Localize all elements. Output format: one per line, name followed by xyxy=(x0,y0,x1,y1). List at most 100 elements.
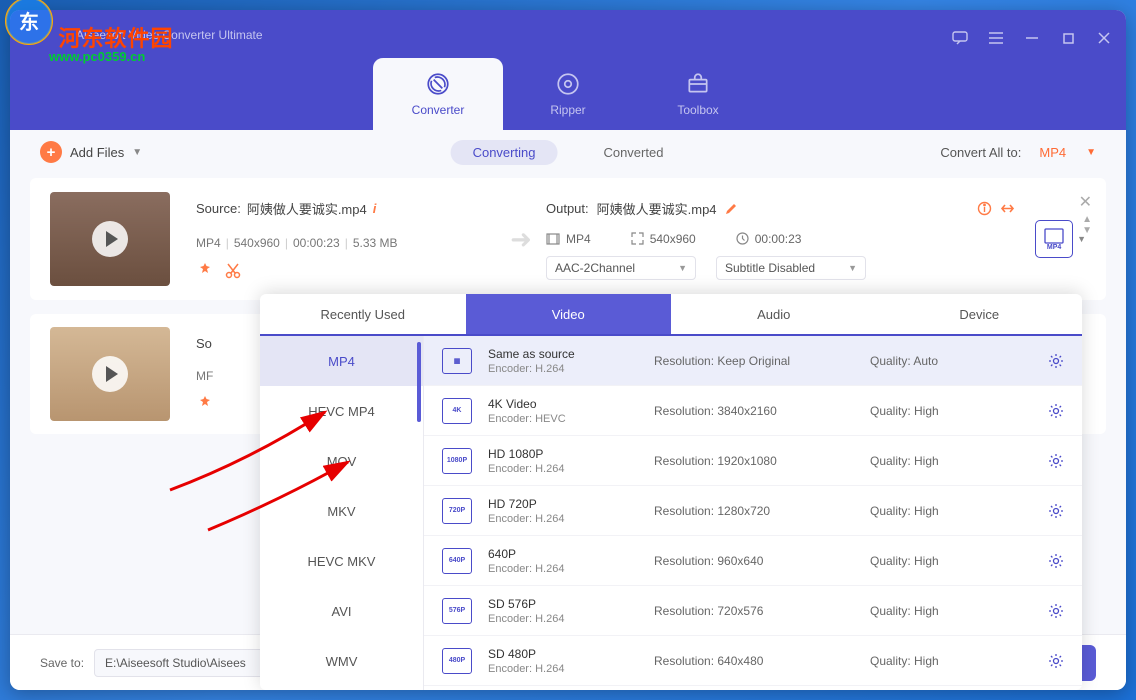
format-item-avi[interactable]: AVI xyxy=(260,586,423,636)
panel-tab-device[interactable]: Device xyxy=(877,294,1083,334)
preset-quality: Quality: High xyxy=(870,654,990,668)
watermark: 东 河东软件园 www.pc0359.cn xyxy=(4,0,173,64)
toolbar: + Add Files ▼ Converting Converted Conve… xyxy=(10,130,1126,174)
preset-quality: Quality: High xyxy=(870,554,990,568)
format-panel: Recently Used Video Audio Device MP4HEVC… xyxy=(260,294,1082,690)
info-icon[interactable]: i xyxy=(373,201,377,216)
format-item-wmv[interactable]: WMV xyxy=(260,636,423,686)
close-button[interactable] xyxy=(1094,28,1114,48)
tab-toolbox-label: Toolbox xyxy=(677,103,718,117)
arrow-icon: ➜ xyxy=(496,224,546,255)
magic-icon[interactable] xyxy=(196,395,214,413)
subtitle-select[interactable]: Subtitle Disabled▼ xyxy=(716,256,866,280)
preset-row[interactable]: 576PSD 576PEncoder: H.264Resolution: 720… xyxy=(424,586,1082,636)
format-item-mov[interactable]: MOV xyxy=(260,436,423,486)
tab-converted[interactable]: Converted xyxy=(581,140,685,165)
audio-select[interactable]: AAC-2Channel▼ xyxy=(546,256,696,280)
preset-quality: Quality: High xyxy=(870,604,990,618)
svg-text:东: 东 xyxy=(19,10,39,34)
file-item: Source: 阿姨做人要诚实.mp4 i MP4|540x960|00:00:… xyxy=(30,178,1106,300)
preset-row[interactable]: 480PSD 480PEncoder: H.264Resolution: 640… xyxy=(424,636,1082,686)
feedback-icon[interactable] xyxy=(950,28,970,48)
preset-icon: 640P xyxy=(442,548,472,574)
preset-resolution: Resolution: 720x576 xyxy=(654,604,854,618)
panel-tabs: Recently Used Video Audio Device xyxy=(260,294,1082,336)
format-item-mp4[interactable]: MP4 xyxy=(260,336,423,386)
preset-resolution: Resolution: 3840x2160 xyxy=(654,404,854,418)
preset-icon: 720P xyxy=(442,498,472,524)
source-column: Source: 阿姨做人要诚实.mp4 i MP4|540x960|00:00:… xyxy=(196,199,496,280)
scrollbar[interactable] xyxy=(417,342,421,422)
header: Aiseesoft Video Converter Ultimate Conve… xyxy=(10,10,1126,130)
preset-icon: 4K xyxy=(442,398,472,424)
source-label: Source: xyxy=(196,201,241,216)
format-badge[interactable]: MP4 xyxy=(1035,220,1073,258)
add-files-button[interactable]: + Add Files ▼ xyxy=(40,141,142,163)
gear-icon[interactable] xyxy=(1048,353,1064,369)
thumbnail[interactable] xyxy=(50,327,170,421)
preset-resolution: Resolution: 960x640 xyxy=(654,554,854,568)
compress-icon[interactable] xyxy=(1000,201,1015,216)
preset-encoder: Encoder: H.264 xyxy=(488,663,638,675)
preset-name: HD 720P xyxy=(488,497,638,511)
preset-row[interactable]: 4K4K VideoEncoder: HEVCResolution: 3840x… xyxy=(424,386,1082,436)
gear-icon[interactable] xyxy=(1048,453,1064,469)
out-format: MP4 xyxy=(566,232,591,246)
panel-tab-recent[interactable]: Recently Used xyxy=(260,294,466,334)
panel-tab-audio[interactable]: Audio xyxy=(671,294,877,334)
format-item-mkv[interactable]: MKV xyxy=(260,486,423,536)
chevron-down-icon: ▼ xyxy=(1086,147,1096,158)
gear-icon[interactable] xyxy=(1048,603,1064,619)
preset-icon: ▦ xyxy=(442,348,472,374)
preset-row[interactable]: 640P 640P Encoder: H.264 Resolution: 960x64… xyxy=(424,536,1082,586)
panel-tab-video[interactable]: Video xyxy=(466,294,672,334)
info-circle-icon[interactable] xyxy=(977,201,992,216)
tab-converter[interactable]: Converter xyxy=(373,58,503,130)
remove-file-button[interactable]: ✕ xyxy=(1079,192,1092,212)
out-dimensions: 540x960 xyxy=(650,232,696,246)
preset-resolution: Resolution: 640x480 xyxy=(654,654,854,668)
gear-icon[interactable] xyxy=(1048,553,1064,569)
maximize-button[interactable] xyxy=(1058,28,1078,48)
out-duration: 00:00:23 xyxy=(755,232,802,246)
plus-icon: + xyxy=(40,141,62,163)
preset-quality: Quality: High xyxy=(870,404,990,418)
chevron-down-icon: ▼ xyxy=(132,147,142,158)
tab-ripper[interactable]: Ripper xyxy=(503,58,633,130)
preset-encoder: Encoder: H.264 xyxy=(488,563,638,575)
gear-icon[interactable] xyxy=(1048,503,1064,519)
play-icon xyxy=(92,356,128,392)
preset-name: 4K Video xyxy=(488,397,638,411)
minimize-button[interactable] xyxy=(1022,28,1042,48)
preset-row[interactable]: ▦Same as sourceEncoder: H.264Resolution:… xyxy=(424,336,1082,386)
format-item-hevc-mkv[interactable]: HEVC MKV xyxy=(260,536,423,586)
preset-name: Same as source xyxy=(488,347,638,361)
edit-icon[interactable] xyxy=(725,202,738,215)
gear-icon[interactable] xyxy=(1048,403,1064,419)
convert-all-label: Convert All to: xyxy=(940,145,1021,160)
preset-list: ▦ Same as source Encoder: H.264 Resolution:… xyxy=(424,336,1082,690)
cut-icon[interactable] xyxy=(224,262,242,280)
preset-row[interactable]: 720PHD 720PEncoder: H.264Resolution: 128… xyxy=(424,486,1082,536)
preset-encoder: Encoder: H.264 xyxy=(488,513,638,525)
output-label: Output: xyxy=(546,201,589,216)
output-column: Output: 阿姨做人要诚实.mp4 MP4 540x960 00:00:23… xyxy=(546,199,1015,280)
menu-icon[interactable] xyxy=(986,28,1006,48)
gear-icon[interactable] xyxy=(1048,653,1064,669)
preset-name: 640P xyxy=(488,547,638,561)
thumbnail[interactable] xyxy=(50,192,170,286)
tab-toolbox[interactable]: Toolbox xyxy=(633,58,763,130)
reorder-buttons[interactable]: ▲▼ xyxy=(1082,214,1092,236)
convert-all: Convert All to: MP4 ▼ xyxy=(940,141,1096,164)
magic-icon[interactable] xyxy=(196,262,214,280)
preset-row[interactable]: 1080PHD 1080PEncoder: H.264Resolution: 1… xyxy=(424,436,1082,486)
format-item-hevc-mp4[interactable]: HEVC MP4 xyxy=(260,386,423,436)
tab-converting[interactable]: Converting xyxy=(451,140,558,165)
preset-resolution: Resolution: 1920x1080 xyxy=(654,454,854,468)
format-item-webm[interactable]: WEBM xyxy=(260,686,423,690)
preset-name: HD 1080P xyxy=(488,447,638,461)
watermark-text: 河东软件园 xyxy=(58,26,173,51)
preset-encoder: Encoder: H.264 xyxy=(488,463,638,475)
format-sidebar[interactable]: MP4HEVC MP4MOVMKVHEVC MKVAVIWMVWEBM xyxy=(260,336,424,690)
preset-name: SD 480P xyxy=(488,647,638,661)
